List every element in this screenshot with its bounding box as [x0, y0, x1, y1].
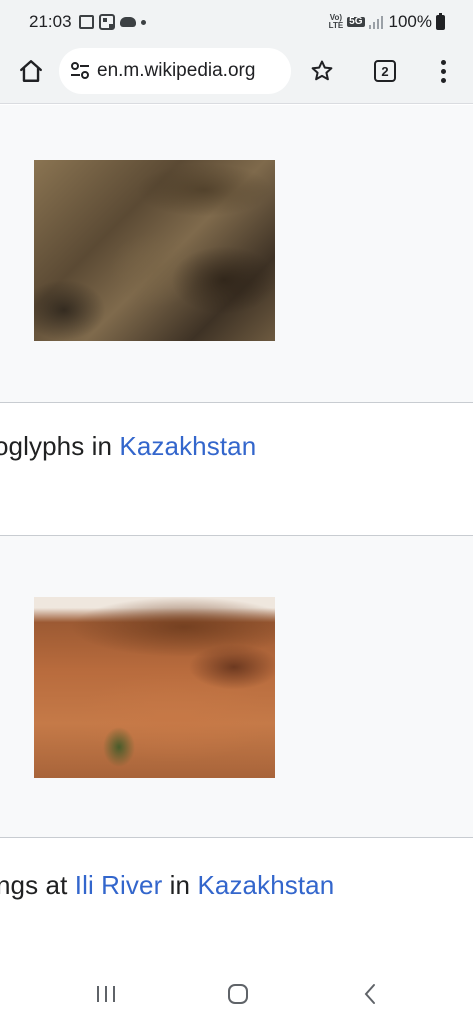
- tabs-button[interactable]: 2: [368, 53, 402, 89]
- browser-toolbar: en.m.wikipedia.org 2: [0, 42, 473, 104]
- petroglyphs-image[interactable]: [34, 160, 275, 341]
- kazakhstan-link[interactable]: Kazakhstan: [119, 431, 256, 461]
- notification-dot-icon: [141, 19, 146, 25]
- url-text: en.m.wikipedia.org: [97, 60, 256, 81]
- ili-river-link[interactable]: Ili River: [75, 870, 163, 900]
- 5g-icon: 5G: [347, 16, 365, 27]
- more-menu-button[interactable]: [430, 53, 456, 89]
- site-info-icon[interactable]: [69, 60, 91, 82]
- ili-river-rock-image[interactable]: [34, 597, 275, 778]
- bookmark-star-icon: [311, 60, 333, 81]
- kazakhstan-link[interactable]: Kazakhstan: [197, 870, 334, 900]
- back-icon: [364, 984, 375, 1004]
- gallery-caption: ngs at Ili River in Kazakhstan: [0, 870, 335, 900]
- home-icon: [20, 60, 42, 82]
- status-time: 21:03: [29, 12, 72, 31]
- status-left-icons: [79, 12, 146, 32]
- battery-icon: [436, 12, 445, 30]
- tabs-icon: 2: [374, 60, 396, 82]
- home-nav-button[interactable]: [226, 982, 250, 1006]
- gallery-icon: [79, 15, 94, 29]
- gallery-image-cell: [0, 535, 473, 838]
- cloud-icon: [120, 17, 136, 27]
- status-bar: 21:03 Vo) LTE 5G 100%: [0, 0, 473, 42]
- address-bar[interactable]: en.m.wikipedia.org: [59, 48, 291, 94]
- signal-icon: [368, 15, 385, 29]
- system-nav-bar: [0, 960, 473, 1024]
- more-menu-icon: [440, 59, 446, 83]
- gallery-caption: oglyphs in Kazakhstan: [0, 431, 257, 461]
- page-content: oglyphs in Kazakhstan ngs at Ili River i…: [0, 105, 473, 960]
- volte-icon: Vo) LTE: [328, 13, 344, 30]
- qr-icon: [99, 14, 115, 30]
- bookmark-button[interactable]: [305, 53, 339, 89]
- gallery-image-cell: [0, 105, 473, 403]
- recent-apps-icon: [97, 986, 115, 1002]
- recent-apps-button[interactable]: [94, 982, 118, 1006]
- back-button[interactable]: [360, 982, 380, 1006]
- home-button[interactable]: [14, 54, 48, 88]
- home-nav-icon: [228, 984, 248, 1004]
- battery-percentage: 100%: [388, 12, 432, 31]
- status-right-icons: Vo) LTE 5G 100%: [329, 11, 445, 33]
